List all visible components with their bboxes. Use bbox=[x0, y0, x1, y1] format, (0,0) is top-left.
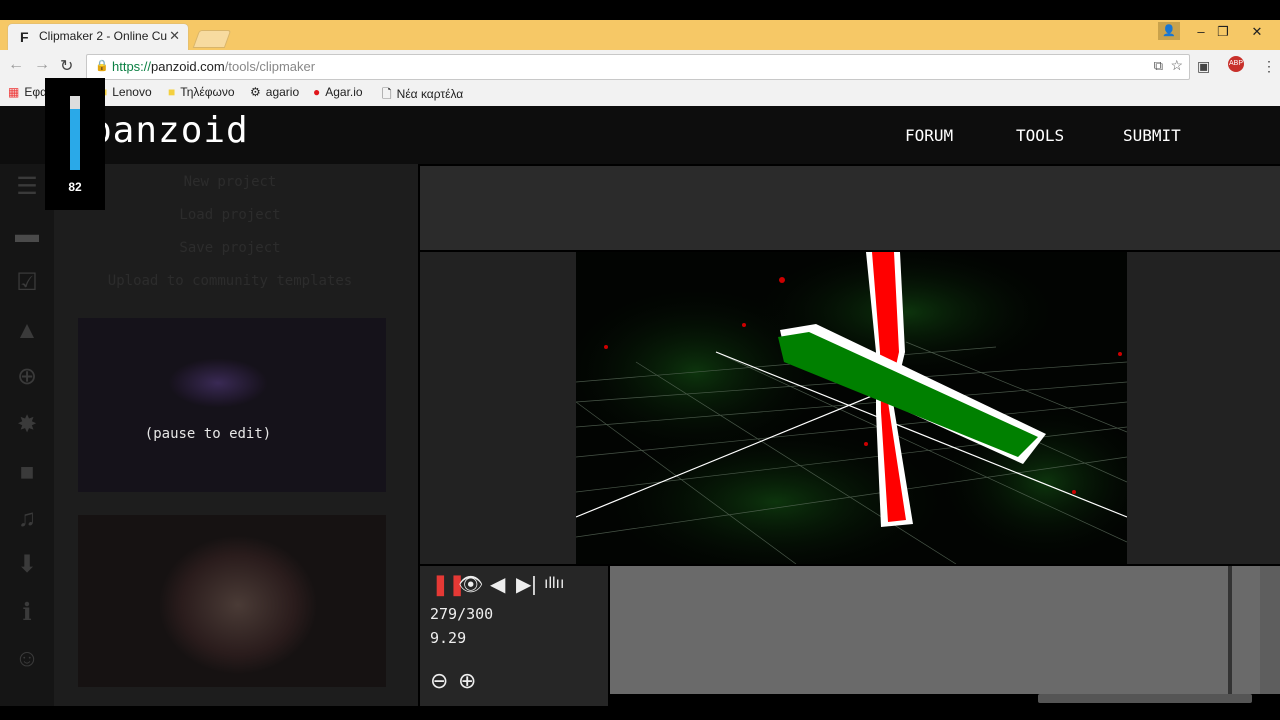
bookmark-agar-io[interactable]: ● Agar.io bbox=[313, 85, 363, 99]
nav-forum[interactable]: FORUM bbox=[905, 126, 953, 145]
bookmarks-bar: ▦Εφα ■Lenovo ■Τηλέφωνο ⚙agario ●Agar.io … bbox=[0, 82, 1280, 107]
page-icon: 🗋 bbox=[382, 87, 392, 101]
browser-tab[interactable]: F Clipmaker 2 - Online Cu ✕ bbox=[8, 24, 188, 50]
bookmark-label: Εφα bbox=[24, 85, 48, 99]
timeline[interactable] bbox=[610, 566, 1260, 694]
level-meter-fill bbox=[70, 109, 80, 170]
menu-dots-icon[interactable]: ⋮ bbox=[1262, 58, 1276, 75]
forward-icon[interactable]: → bbox=[34, 56, 50, 74]
camera-icon[interactable]: ■ bbox=[12, 458, 42, 488]
timeline-scrollbar[interactable] bbox=[1038, 694, 1252, 703]
bookmark-apps[interactable]: ▦ Εφα bbox=[8, 85, 47, 99]
lock-icon: 🔒 bbox=[95, 60, 109, 72]
translate-icon[interactable]: ⧉ bbox=[1154, 58, 1163, 74]
window-close-icon[interactable]: ✕ bbox=[1244, 22, 1270, 44]
bookmark-lenovo[interactable]: ■Lenovo bbox=[100, 85, 152, 99]
smiley-icon[interactable]: ☺ bbox=[12, 644, 42, 674]
download-icon[interactable]: ⬇ bbox=[12, 550, 42, 580]
apps-icon: ▦ bbox=[8, 85, 20, 99]
template-thumbnail[interactable] bbox=[78, 515, 386, 687]
site-logo[interactable]: panzoid bbox=[90, 110, 249, 151]
menu-save-project[interactable]: Save project bbox=[56, 240, 404, 256]
time-display: 9.29 bbox=[430, 629, 467, 647]
pause-to-edit-label: (pause to edit) bbox=[144, 426, 272, 442]
address-bar[interactable]: 🔒 https://panzoid.com/tools/clipmaker ⧉ … bbox=[86, 54, 1190, 80]
editor-top-panel bbox=[420, 166, 1280, 250]
info-icon[interactable]: ℹ bbox=[12, 598, 42, 628]
reload-icon[interactable]: ↻ bbox=[60, 56, 73, 76]
bookmark-label: agario bbox=[265, 85, 300, 99]
level-meter-value: 82 bbox=[68, 180, 82, 194]
tab-title: Clipmaker 2 - Online Cu bbox=[39, 29, 167, 43]
tab-close-icon[interactable]: ✕ bbox=[169, 28, 180, 44]
menu-upload-template[interactable]: Upload to community templates bbox=[56, 273, 404, 289]
step-icon[interactable]: ▶| bbox=[516, 572, 537, 597]
url-host: panzoid.com bbox=[151, 59, 225, 74]
nav-tools[interactable]: TOOLS bbox=[1016, 126, 1064, 145]
browser-titlebar bbox=[0, 20, 1280, 50]
zoom-in-icon[interactable]: ⊕ bbox=[458, 668, 476, 694]
burst-icon[interactable]: ✸ bbox=[12, 410, 42, 440]
new-tab-button[interactable] bbox=[192, 30, 232, 48]
playhead[interactable] bbox=[1228, 566, 1232, 694]
star-icon[interactable]: ☆ bbox=[1170, 57, 1183, 74]
extension-icon[interactable]: ▣ bbox=[1197, 58, 1210, 75]
bookmark-new-tab[interactable]: 🗋 Νέα καρτέλα bbox=[382, 85, 463, 106]
timeline-edge bbox=[1260, 566, 1280, 694]
edit-icon[interactable]: ☑ bbox=[12, 268, 42, 298]
bookmark-label: Τηλέφωνο bbox=[180, 85, 235, 99]
globe-icon[interactable]: ⊕ bbox=[12, 362, 42, 392]
bookmark-agario[interactable]: ⚙ agario bbox=[250, 85, 299, 99]
image-icon[interactable]: ▲ bbox=[12, 316, 42, 346]
waveform-icon[interactable]: ıllıı bbox=[544, 575, 564, 593]
back-icon[interactable]: ← bbox=[8, 56, 24, 74]
bookmark-label: Νέα καρτέλα bbox=[396, 87, 464, 101]
url-path: /tools/clipmaker bbox=[224, 59, 316, 74]
url-scheme: https:// bbox=[112, 59, 152, 74]
frame-counter: 279/300 bbox=[430, 605, 494, 623]
3d-scene bbox=[576, 252, 1127, 564]
restore-icon[interactable]: ❐ bbox=[1210, 22, 1236, 44]
nav-submit[interactable]: SUBMIT bbox=[1123, 126, 1181, 145]
menu-icon[interactable]: ☰ bbox=[12, 172, 42, 202]
red-circle-icon: ● bbox=[313, 85, 321, 99]
bookmark-label: Agar.io bbox=[325, 85, 363, 99]
profile-icon[interactable]: 👤 bbox=[1158, 22, 1180, 40]
menu-new-project[interactable]: New project bbox=[56, 174, 404, 190]
panzoid-favicon-icon: F bbox=[20, 29, 29, 45]
zoom-out-icon[interactable]: ⊖ bbox=[430, 668, 448, 694]
volume-icon[interactable]: ◀ bbox=[490, 572, 505, 597]
template-thumbnail[interactable] bbox=[78, 318, 386, 492]
preview-canvas[interactable] bbox=[576, 252, 1127, 564]
gear-icon: ⚙ bbox=[250, 85, 261, 99]
bookmark-label: Lenovo bbox=[112, 85, 152, 99]
adblock-icon[interactable]: ABP bbox=[1228, 56, 1244, 72]
music-icon[interactable]: ♫ bbox=[12, 504, 42, 534]
bookmark-phone[interactable]: ■ Τηλέφωνο bbox=[168, 85, 235, 99]
folder-icon[interactable]: ▬ bbox=[12, 220, 42, 250]
folder-icon: ■ bbox=[168, 85, 176, 99]
eye-icon[interactable]: 👁 bbox=[458, 572, 483, 597]
menu-load-project[interactable]: Load project bbox=[56, 207, 404, 223]
